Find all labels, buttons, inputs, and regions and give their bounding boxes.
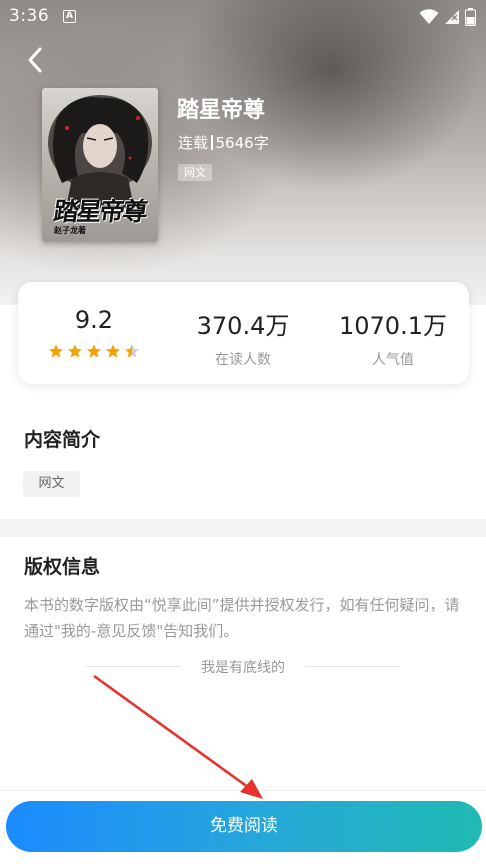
- book-cover[interactable]: 踏星帝尊 赵子龙著: [42, 88, 158, 242]
- copyright-text: 本书的数字版权由“悦享此间”提供并授权发行，如有任何疑问，请通过"我的-意见反馈…: [24, 596, 460, 640]
- popularity-stat: 1070.1万 人气值: [318, 306, 468, 369]
- cover-title: 踏星帝尊: [51, 197, 148, 226]
- popularity-value: 1070.1万: [339, 312, 447, 340]
- a-letter-icon: A: [63, 10, 76, 23]
- popularity-label: 人气值: [372, 352, 414, 368]
- star-icon: [68, 344, 82, 358]
- wifi-icon: [419, 9, 439, 24]
- status-bar: 3:36 A: [0, 0, 486, 34]
- back-button[interactable]: [22, 44, 50, 76]
- status-icons: [419, 8, 476, 26]
- star-icon: [49, 344, 63, 358]
- cover-author: 赵子龙著: [54, 226, 86, 235]
- end-line-right: [305, 666, 400, 667]
- free-read-button[interactable]: 免费阅读: [6, 801, 482, 852]
- star-icon: [87, 344, 101, 358]
- section-divider: [0, 519, 486, 537]
- rating-value: 9.2: [74, 306, 114, 334]
- readers-stat: 370.4万 在读人数: [168, 306, 318, 369]
- book-meta: 连载 5646字: [178, 132, 269, 153]
- meta-divider: [211, 135, 213, 150]
- star-rating: [19, 343, 169, 359]
- stats-card: 9.2 370.4万 在读人数 1070.1万 人气值: [18, 282, 469, 384]
- genre-tag: 网文: [178, 164, 212, 181]
- readers-label: 在读人数: [215, 352, 271, 368]
- end-note: 我是有底线的: [201, 660, 285, 676]
- rating-stat: 9.2: [19, 306, 169, 359]
- half-star-icon: [125, 344, 139, 358]
- battery-icon: [465, 8, 476, 26]
- book-title: 踏星帝尊: [177, 98, 266, 123]
- cellular-off-icon: [445, 10, 459, 24]
- copyright-title: 版权信息: [24, 556, 101, 578]
- status-time: 3:36: [9, 6, 50, 26]
- word-count: 5646字: [215, 134, 269, 152]
- readers-value: 370.4万: [196, 312, 290, 340]
- end-of-content: 我是有底线的: [86, 656, 400, 676]
- chevron-left-icon: [28, 47, 42, 73]
- star-icon: [106, 344, 120, 358]
- serial-status: 连载: [178, 134, 209, 152]
- intro-title: 内容简介: [24, 429, 101, 451]
- annotation-arrow-shaft: [93, 674, 253, 792]
- intro-genre-tag: 网文: [23, 471, 80, 497]
